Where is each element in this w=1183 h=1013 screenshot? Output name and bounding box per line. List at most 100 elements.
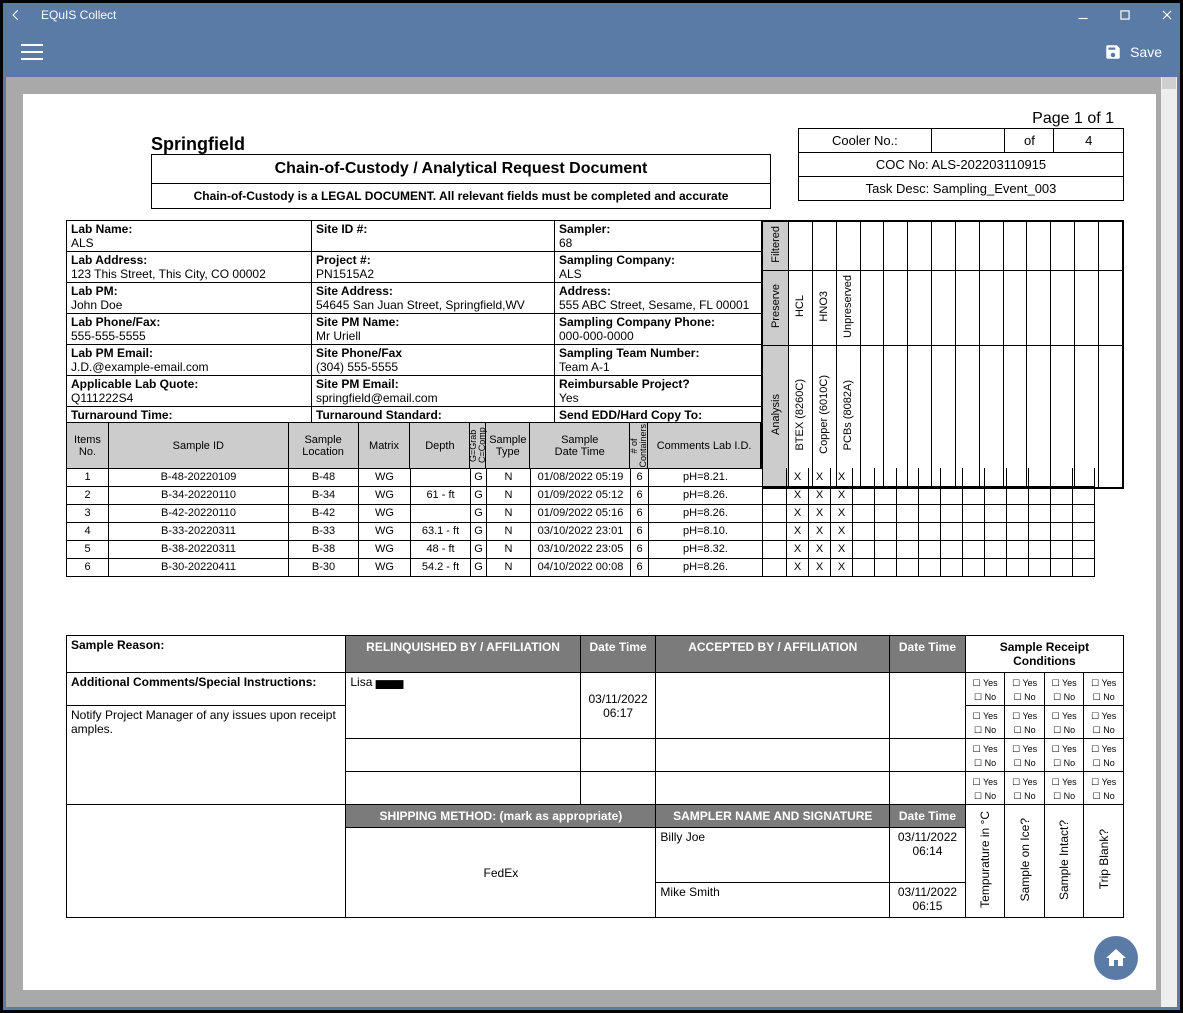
col-header: Comments Lab I.D. [648, 423, 761, 468]
info-cell: Site Phone/Fax(304) 555-5555 [312, 345, 555, 376]
col-header: Depth [410, 423, 470, 468]
site-title: Springfield [151, 134, 245, 155]
menu-icon[interactable] [21, 44, 43, 60]
receipt-condition: Trip Blank? [1084, 805, 1124, 918]
table-row: 4B-33-20220311B-33WG63.1 - ftGN03/10/202… [67, 522, 1095, 540]
info-cell: Site Address:54645 San Juan Street, Spri… [312, 283, 555, 314]
col-header: G=Grab C=Comp [470, 423, 486, 468]
yn-cell: ☐ Yes☐ No [965, 673, 1005, 706]
table-row: 5B-38-20220311B-38WG48 - ftGN03/10/2022 … [67, 540, 1095, 558]
info-cell: Site ID #: [312, 221, 555, 252]
relinquished-header: RELINQUISHED BY / AFFILIATION [346, 636, 580, 673]
info-cell: Sampling Company Phone:000-000-0000 [555, 314, 762, 345]
table-row: 2B-34-20220110B-34WG61 - ftGN01/09/2022 … [67, 486, 1095, 504]
save-button[interactable]: Save [1104, 43, 1162, 61]
close-icon[interactable] [1160, 8, 1174, 22]
table-row: 3B-42-20220110B-42WGGN01/09/2022 05:166p… [67, 504, 1095, 522]
info-cell: Lab Address:123 This Street, This City, … [67, 252, 312, 283]
info-cell: Lab Name:ALS [67, 221, 312, 252]
sampler-name: Billy Joe [656, 828, 890, 883]
col-header: Sample ID [109, 423, 289, 468]
home-button[interactable] [1094, 936, 1138, 980]
back-icon[interactable] [9, 8, 23, 22]
save-label: Save [1130, 44, 1162, 60]
info-cell: Sampler:68 [555, 221, 762, 252]
col-header: ItemsNo. [67, 423, 109, 468]
receipt-condition: Sample on Ice? [1005, 805, 1045, 918]
info-cell: Lab Phone/Fax:555-555-5555 [67, 314, 312, 345]
receipt-condition: Tempurature in °C [965, 805, 1005, 918]
of-label: of [1005, 129, 1054, 153]
info-table: Lab Name:ALSSite ID #:Sampler:68 Lab Addr… [66, 220, 762, 438]
info-cell: Applicable Lab Quote:Q111222S4 [67, 376, 312, 407]
legal-line: Chain-of-Custody is a LEGAL DOCUMENT. Al… [152, 184, 770, 208]
task-desc: Task Desc: Sampling_Event_003 [799, 177, 1124, 201]
viewport: Page 1 of 1 Springfield Cooler No.: of 4… [6, 77, 1177, 1007]
cooler-no [931, 129, 1005, 153]
yn-cell: ☐ Yes☐ No [965, 739, 1005, 772]
sample-rows: 1B-48-20220109B-48WGGN01/08/2022 05:196p… [66, 468, 1095, 577]
relinquished-by: Lisa ▅▅▅ [346, 673, 580, 739]
receipt-header: Sample Receipt Conditions [965, 636, 1123, 673]
doc-header: Chain-of-Custody / Analytical Request Do… [151, 154, 771, 209]
analysis-header: Filtered Preserve HCL HNO3 Unpreserved Analys… [762, 220, 1124, 489]
yn-cell: ☐ Yes☐ No [1005, 706, 1045, 739]
info-cell: Site PM Email:springfield@email.com [312, 376, 555, 407]
datetime-header: Date Time [890, 805, 966, 828]
preserve-label: Preserve [770, 280, 782, 332]
minimize-icon[interactable] [1076, 8, 1090, 22]
ribbon: Save [3, 27, 1180, 77]
filtered-label: Filtered [770, 222, 782, 267]
save-icon [1104, 43, 1122, 61]
col-header: SampleType [486, 423, 530, 468]
yn-cell: ☐ Yes☐ No [1005, 772, 1045, 805]
sample-columns-header: ItemsNo.Sample IDSampleLocationMatrixDep… [66, 422, 762, 469]
accepted-header: ACCEPTED BY / AFFILIATION [656, 636, 890, 673]
app-window: EQuIS Collect Save Page 1 of 1 Springfie… [0, 0, 1183, 1013]
col-header: # of Containers [630, 423, 648, 468]
app-title: EQuIS Collect [41, 8, 116, 22]
info-cell: Reimbursable Project?Yes [555, 376, 762, 407]
home-icon [1104, 946, 1128, 970]
page-number: Page 1 of 1 [1032, 110, 1114, 128]
info-cell: Address:555 ABC Street, Sesame, FL 00001 [555, 283, 762, 314]
accepted-by [656, 673, 890, 739]
analysis-label: Analysis [770, 390, 782, 439]
report-page: Page 1 of 1 Springfield Cooler No.: of 4… [22, 93, 1157, 991]
empty-cell [67, 805, 346, 918]
info-cell: Lab PM:John Doe [67, 283, 312, 314]
cooler-label: Cooler No.: [799, 129, 932, 153]
sampler-name: Mike Smith [656, 883, 890, 918]
shipping-header: SHIPPING METHOD: (mark as appropriate) [346, 805, 656, 828]
preserve-col: HNO3 [818, 287, 830, 326]
yn-cell: ☐ Yes☐ No [1005, 739, 1045, 772]
top-right-block: Cooler No.: of 4 COC No: ALS-20220311091… [798, 128, 1124, 201]
yn-cell: ☐ Yes☐ No [1084, 739, 1124, 772]
analysis-col: BTEX (8260C) [794, 375, 806, 455]
datetime-header: Date Time [890, 636, 966, 673]
cooler-total: 4 [1054, 129, 1124, 153]
yn-cell: ☐ Yes☐ No [1044, 706, 1084, 739]
table-row: 1B-48-20220109B-48WGGN01/08/2022 05:196p… [67, 468, 1095, 486]
yn-cell: ☐ Yes☐ No [1044, 673, 1084, 706]
datetime-header: Date Time [580, 636, 656, 673]
additional-label: Additional Comments/Special Instructions… [67, 673, 346, 706]
maximize-icon[interactable] [1118, 8, 1132, 22]
analysis-col: PCBs (8082A) [842, 376, 854, 454]
sampler-dt: 03/11/202206:15 [890, 883, 966, 918]
preserve-col: Unpreserved [842, 271, 854, 342]
preserve-col: HCL [794, 291, 806, 321]
scrollbar[interactable] [1161, 77, 1177, 1007]
col-header: SampleLocation [289, 423, 359, 468]
yn-cell: ☐ Yes☐ No [1044, 772, 1084, 805]
info-cell: Sampling Company:ALS [555, 252, 762, 283]
yn-cell: ☐ Yes☐ No [1044, 739, 1084, 772]
sampler-dt: 03/11/202206:14 [890, 828, 966, 883]
info-cell: Sampling Team Number:Team A-1 [555, 345, 762, 376]
shipping-val: FedEx [346, 828, 656, 918]
info-cell: Site PM Name:Mr Uriell [312, 314, 555, 345]
receipt-condition: Sample Intact? [1044, 805, 1084, 918]
signature-block: Sample Reason:RELINQUISHED BY / AFFILIAT… [66, 635, 1124, 918]
sampler-header: SAMPLER NAME AND SIGNATURE [656, 805, 890, 828]
table-row: 6B-30-20220411B-30WG54.2 - ftGN04/10/202… [67, 558, 1095, 576]
